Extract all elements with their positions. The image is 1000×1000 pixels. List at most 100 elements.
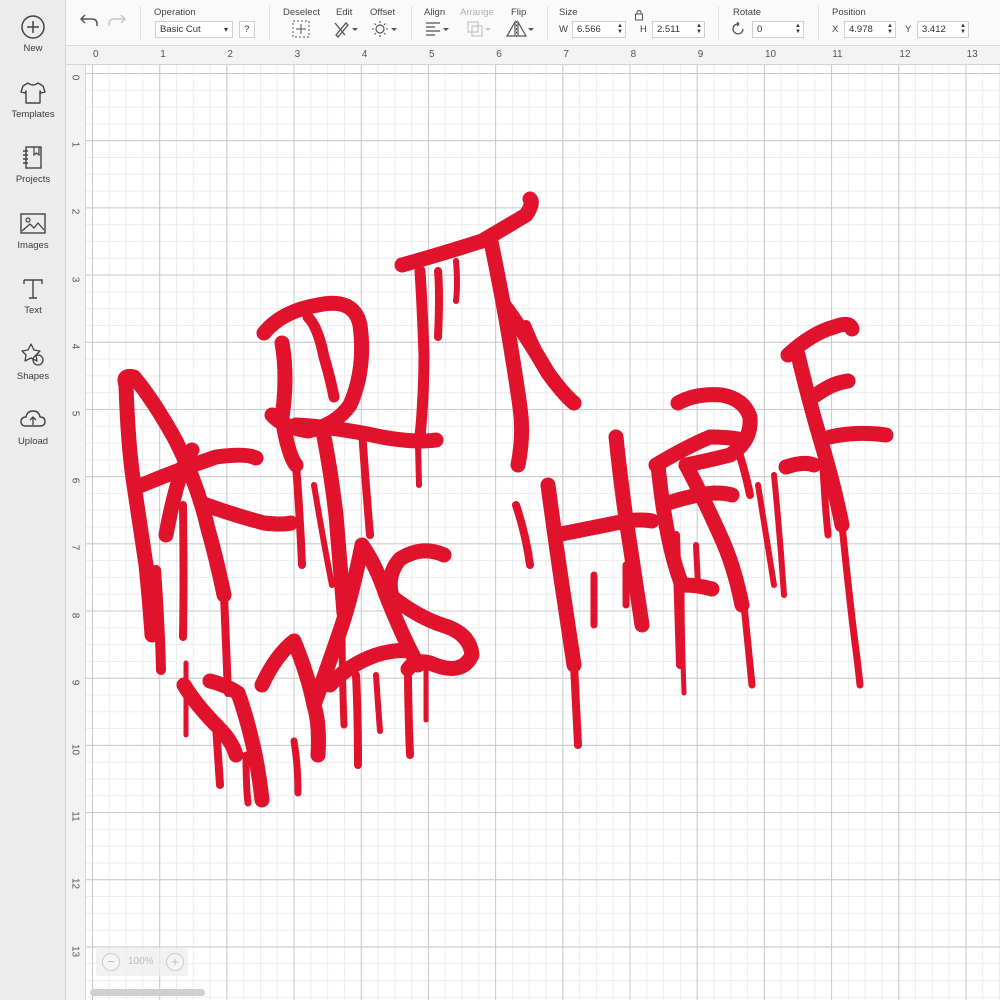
- y-label: Y: [905, 24, 912, 35]
- ruler-top-tick-label: 2: [227, 49, 233, 60]
- stepper-icon[interactable]: ▲ ▼: [960, 23, 966, 35]
- align-icon[interactable]: [424, 20, 450, 38]
- x-position-input[interactable]: 4.978 ▲ ▼: [844, 21, 896, 38]
- sidebar-item-text[interactable]: Text: [0, 276, 66, 338]
- ruler-left-tick-label: 10: [69, 743, 81, 756]
- ruler-top-tick-label: 11: [832, 49, 843, 60]
- y-position-value: 3.412: [922, 24, 946, 35]
- sidebar-label: Templates: [11, 109, 55, 120]
- flip-label: Flip: [511, 7, 527, 18]
- x-label: X: [832, 24, 839, 35]
- top-toolbar: Operation Basic Cut ▾ ? Deselect Edit Of…: [66, 0, 1000, 46]
- left-sidebar: New Templates Projects Images Text Shape…: [0, 0, 66, 1000]
- ruler-left-tick-label: 8: [69, 612, 81, 618]
- ruler-top-tick-label: 6: [496, 49, 502, 60]
- offset-icon[interactable]: [371, 20, 397, 38]
- sidebar-label: Images: [17, 240, 49, 251]
- align-label: Align: [424, 7, 446, 18]
- ruler-top-tick-label: 7: [563, 49, 569, 60]
- toolbar-divider: [140, 6, 141, 40]
- redo-icon[interactable]: [108, 12, 126, 28]
- sidebar-item-images[interactable]: Images: [0, 211, 66, 273]
- rotate-icon: [732, 22, 744, 35]
- offset-label: Offset: [370, 7, 396, 18]
- horizontal-scrollbar[interactable]: [90, 989, 205, 996]
- width-value: 6.566: [577, 24, 601, 35]
- operation-select[interactable]: Basic Cut ▾: [155, 21, 233, 38]
- toolbar-divider: [547, 6, 548, 40]
- tshirt-icon: [20, 82, 46, 104]
- sidebar-item-templates[interactable]: Templates: [0, 80, 66, 142]
- ruler-left-tick-label: 9: [69, 679, 81, 686]
- toolbar-divider: [718, 6, 719, 40]
- artwork-strokes: [117, 191, 894, 808]
- operation-help-button[interactable]: ?: [239, 21, 255, 38]
- edit-label: Edit: [336, 7, 353, 18]
- rotate-label: Rotate: [733, 7, 761, 18]
- sidebar-label: Text: [24, 305, 42, 316]
- ruler-left-tick-label: 13: [69, 945, 81, 957]
- arrange-icon[interactable]: [466, 20, 492, 38]
- ruler-top-tick-label: 1: [160, 49, 166, 60]
- ruler-left-tick-label: 5: [69, 410, 81, 417]
- zoom-in-button[interactable]: +: [166, 953, 184, 971]
- size-label: Size: [559, 7, 578, 18]
- notebook-icon: [23, 146, 42, 169]
- ruler-left-tick-label: 1: [69, 141, 81, 148]
- lock-icon[interactable]: [634, 9, 644, 21]
- ruler-left-tick-label: 6: [69, 477, 81, 484]
- stepper-icon[interactable]: ▲ ▼: [696, 23, 702, 35]
- stepper-icon[interactable]: ▲ ▼: [795, 23, 801, 35]
- sidebar-item-projects[interactable]: Projects: [0, 145, 66, 207]
- shapes-icon: [21, 343, 44, 366]
- ruler-left-tick-label: 4: [69, 343, 81, 350]
- sidebar-label: Upload: [17, 436, 49, 447]
- width-input[interactable]: 6.566 ▲ ▼: [572, 21, 626, 38]
- flip-icon[interactable]: [506, 20, 534, 38]
- rotate-input[interactable]: 0 ▲ ▼: [752, 21, 804, 38]
- y-position-input[interactable]: 3.412 ▲ ▼: [917, 21, 969, 38]
- operation-label: Operation: [154, 7, 196, 18]
- x-position-value: 4.978: [849, 24, 873, 35]
- sidebar-item-upload[interactable]: Upload: [0, 407, 66, 469]
- sidebar-item-new[interactable]: New: [0, 14, 66, 76]
- undo-icon[interactable]: [80, 12, 98, 28]
- height-value: 2.511: [657, 24, 681, 35]
- rotate-value: 0: [757, 24, 763, 35]
- ruler-top-tick-label: 13: [966, 49, 978, 60]
- ruler-top-tick-label: 0: [93, 49, 99, 60]
- zoom-out-button[interactable]: −: [102, 953, 120, 971]
- sidebar-label: New: [23, 43, 43, 54]
- deselect-label: Deselect: [283, 7, 320, 18]
- width-label: W: [559, 24, 568, 35]
- ruler-top-tick-label: 12: [899, 49, 911, 60]
- height-label: H: [640, 24, 647, 35]
- ruler-top-tick-label: 8: [630, 49, 637, 60]
- ruler-left-tick-label: 0: [69, 74, 81, 81]
- zoom-control: − 100% +: [96, 948, 188, 976]
- arrange-label: Arrange: [460, 7, 494, 18]
- ruler-top-tick-label: 10: [765, 49, 777, 60]
- artwork-art-was-here[interactable]: [86, 65, 1000, 1000]
- ruler-left-tick-label: 3: [69, 276, 81, 282]
- sidebar-label: Projects: [15, 174, 51, 185]
- stepper-icon[interactable]: ▲ ▼: [617, 23, 623, 35]
- ruler-top: 0 1 2 3 4 5 6 7 8 9 10 11 12 13: [66, 46, 1000, 65]
- ruler-left-tick-label: 2: [69, 209, 81, 215]
- stepper-icon[interactable]: ▲ ▼: [887, 23, 893, 35]
- ruler-top-tick-label: 9: [697, 49, 704, 60]
- deselect-icon[interactable]: [292, 20, 310, 38]
- ruler-top-tick-label: 5: [429, 49, 435, 60]
- height-input[interactable]: 2.511 ▲ ▼: [652, 21, 705, 38]
- sidebar-item-shapes[interactable]: Shapes: [0, 342, 66, 404]
- upload-cloud-icon: [20, 410, 46, 427]
- edit-icon[interactable]: [333, 20, 359, 38]
- help-label: ?: [244, 24, 250, 35]
- ruler-top-tick-label: 3: [294, 49, 301, 60]
- toolbar-divider: [411, 6, 412, 40]
- design-canvas[interactable]: [86, 65, 1000, 1000]
- ruler-left-tick-label: 7: [69, 545, 81, 551]
- toolbar-divider: [269, 6, 270, 40]
- ruler-left-tick-label: 12: [69, 878, 81, 890]
- zoom-level: 100%: [128, 956, 154, 967]
